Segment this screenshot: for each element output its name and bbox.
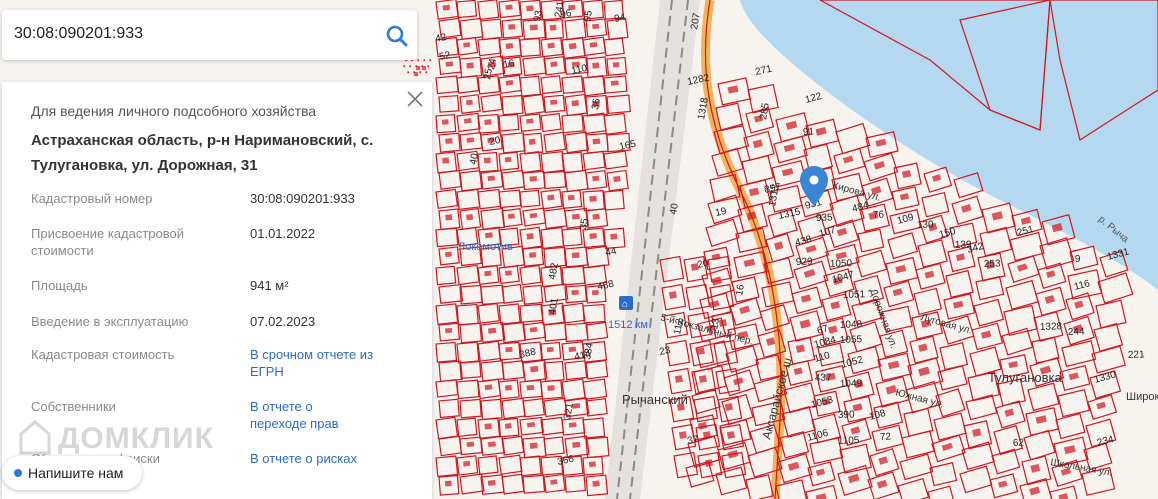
parcel-number-label: 91	[803, 127, 815, 138]
parcel-number-label: 1050	[830, 258, 853, 270]
owners-label: Собственники	[31, 399, 116, 414]
parcel-number-label: 9	[1075, 254, 1081, 265]
parcel-number-label: 390	[838, 409, 856, 421]
commissioning-label: Введение в эксплуатацию	[31, 314, 189, 329]
parcel-number-label: 23	[658, 345, 672, 358]
commissioning-value: 07.02.2023	[250, 314, 316, 329]
parcel-number-label: 93	[532, 9, 545, 22]
parcel-number-label: 253	[984, 258, 1002, 270]
chat-button[interactable]: Напишите нам	[2, 456, 142, 490]
street-label: Луговая ул.	[919, 312, 973, 336]
parcel-number-label: 95	[582, 9, 595, 22]
parcel-number-label: 19	[714, 206, 728, 219]
owners-link[interactable]: В отчете о переходе прав	[250, 398, 370, 432]
parcel-number-label: 321	[562, 402, 576, 421]
parcel-number-label: 40	[668, 202, 681, 215]
parcel-number-label: 165	[618, 139, 637, 153]
domclick-logo-icon	[19, 420, 51, 455]
parcel-number-label: 1048	[840, 319, 863, 331]
parcel-number-label: 110	[813, 350, 832, 365]
parcel-number-label: 1055	[840, 334, 863, 346]
parcel-number-label: 221	[1128, 349, 1146, 361]
parcel-number-label: 122	[804, 91, 823, 106]
street-label: Широкая	[1126, 391, 1158, 403]
parcel-number-label: 76	[873, 210, 885, 221]
parcel-number-label: 94	[613, 12, 627, 25]
settlement-label: Тулугановка	[988, 370, 1062, 385]
parcel-number-label: 42	[434, 32, 448, 45]
parcel-number-label: 244	[1068, 326, 1086, 338]
cadastral-cost-label: Кадастровая стоимость	[31, 347, 175, 362]
close-icon[interactable]	[406, 90, 424, 108]
parcel-number-label: 1049	[840, 378, 863, 390]
station-label: 1512 км	[608, 319, 648, 331]
parcel-number-label: 482	[547, 262, 561, 281]
parcel-number-label: 112	[672, 317, 686, 335]
watermark: ДОМКЛИК	[58, 422, 214, 455]
parcel-number-label: 16	[734, 283, 747, 296]
parcel-number-label: 1315	[777, 206, 801, 221]
valuation-date-label: Присвоение кадастровой стоимости	[31, 226, 185, 258]
settlement-label: Рычанский	[622, 392, 688, 407]
parcel-number-label: 1105	[838, 435, 860, 447]
chat-status-icon	[14, 469, 22, 477]
parcel-number-label: 384	[582, 342, 596, 361]
area-label: Площадь	[31, 278, 88, 293]
cadastral-number-label: Кадастровый номер	[31, 191, 153, 206]
svg-text:⌂: ⌂	[622, 299, 628, 310]
parcel-number-label: 36	[590, 97, 603, 110]
valuation-date-value: 01.01.2022	[250, 226, 316, 241]
parcel-number-label: 234	[1096, 434, 1115, 449]
parcel-number-label: 484	[851, 200, 870, 215]
parcel-number-label: 110	[570, 63, 588, 77]
parcel-number-label: 150	[938, 226, 957, 241]
search-icon[interactable]	[383, 22, 411, 50]
street-label: Локомотив	[458, 241, 513, 253]
parcel-number-label: 67	[816, 323, 830, 337]
parcel-number-label: 116	[1073, 278, 1092, 293]
parcel-number-label: 285	[758, 102, 772, 121]
parcel-number-label: 62	[1013, 438, 1025, 449]
parcel-address: Астраханская область, р-н Наримановский,…	[31, 132, 374, 174]
parcel-number-label: 271	[754, 64, 773, 78]
parcel-number-label: 929	[796, 256, 814, 268]
search-bar[interactable]: 30:08:090201:933	[2, 10, 417, 60]
parcel-number-label: 1328	[1040, 321, 1063, 333]
land-purpose: Для ведения личного подсобного хозяйства	[31, 103, 317, 119]
parcel-number-label: 366	[556, 454, 575, 468]
risks-link[interactable]: В отчете о рисках	[250, 450, 400, 467]
parcel-number-label: 107	[818, 225, 837, 240]
parcel-number-label: 388	[518, 347, 537, 361]
parcel-number-label: 207	[689, 12, 703, 31]
cadastral-number-value: 30:08:090201:933	[250, 191, 355, 206]
parcel-number-label: 401	[547, 297, 561, 316]
parcel-number-label: 1051	[843, 289, 866, 301]
parcel-number-label: 20	[488, 135, 502, 148]
parcel-number-label: 72	[880, 432, 892, 443]
parcel-number-label: 251	[1016, 224, 1035, 239]
parcel-number-label: 437	[815, 372, 833, 384]
parcel-number-label: 16	[502, 58, 516, 71]
parcel-number-label: 130	[917, 219, 935, 231]
search-input[interactable]: 30:08:090201:933	[14, 25, 143, 43]
parcel-number-label: 52	[438, 50, 452, 63]
area-value: 941 м²	[250, 278, 289, 293]
chat-label: Напишите нам	[28, 465, 124, 481]
parcel-number-label: 935	[816, 212, 834, 224]
parcel-number-label: 13	[709, 317, 722, 330]
parcel-number-label: 108	[868, 408, 887, 423]
parcel-number-label: 1084	[813, 334, 838, 350]
cadastral-cost-link[interactable]: В срочном отчете из ЕГРН	[250, 346, 380, 380]
parcel-number-label: 488	[596, 279, 615, 293]
parcel-number-label: 35	[578, 217, 591, 230]
location-marker-icon[interactable]	[800, 166, 828, 206]
